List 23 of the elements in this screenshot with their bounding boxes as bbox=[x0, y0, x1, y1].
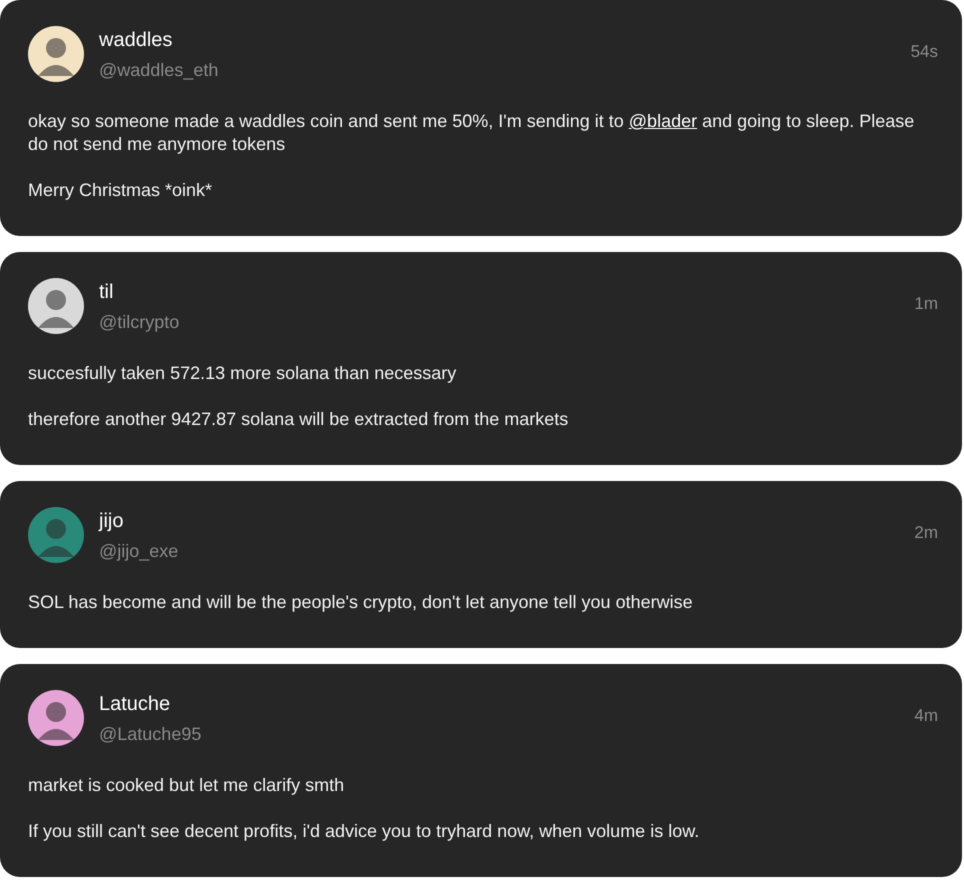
avatar-icon[interactable] bbox=[28, 278, 84, 334]
avatar-icon[interactable] bbox=[28, 26, 84, 82]
user-name[interactable]: Latuche bbox=[99, 692, 170, 716]
post-time: 54s bbox=[910, 42, 938, 62]
post-text: succesfully taken 572.13 more solana than necessary bbox=[28, 362, 458, 385]
avatar-icon[interactable] bbox=[28, 690, 84, 746]
user-handle[interactable]: @Latuche95 bbox=[99, 722, 202, 746]
user-name[interactable]: waddles bbox=[99, 28, 172, 52]
post-text: therefore another 9427.87 solana will be extracted from the markets bbox=[28, 408, 570, 431]
post-text: SOL has become and will be the people's crypto, don't let anyone tell you otherwise bbox=[28, 591, 694, 614]
mention-link[interactable]: @blader bbox=[628, 111, 698, 131]
post-text: Merry Christmas *oink* bbox=[28, 179, 214, 202]
post-text: market is cooked but let me clarify smth bbox=[28, 774, 346, 797]
post-time: 4m bbox=[914, 706, 938, 726]
user-handle[interactable]: @waddles_eth bbox=[99, 58, 218, 82]
user-handle[interactable]: @tilcrypto bbox=[99, 310, 180, 334]
user-name[interactable]: jijo bbox=[99, 509, 124, 533]
user-name[interactable]: til bbox=[99, 280, 114, 304]
user-handle[interactable]: @jijo_exe bbox=[99, 539, 178, 563]
post-text: okay so someone made a waddles coin and sent me 50%, I'm sending it to @blader and going to sleep. Please do not send me anymore tokens bbox=[28, 110, 916, 156]
post-time: 1m bbox=[914, 294, 938, 314]
post-text: If you still can't see decent profits, i'd advice you to tryhard now, when volume is low. bbox=[28, 820, 700, 843]
post-time: 2m bbox=[914, 523, 938, 543]
